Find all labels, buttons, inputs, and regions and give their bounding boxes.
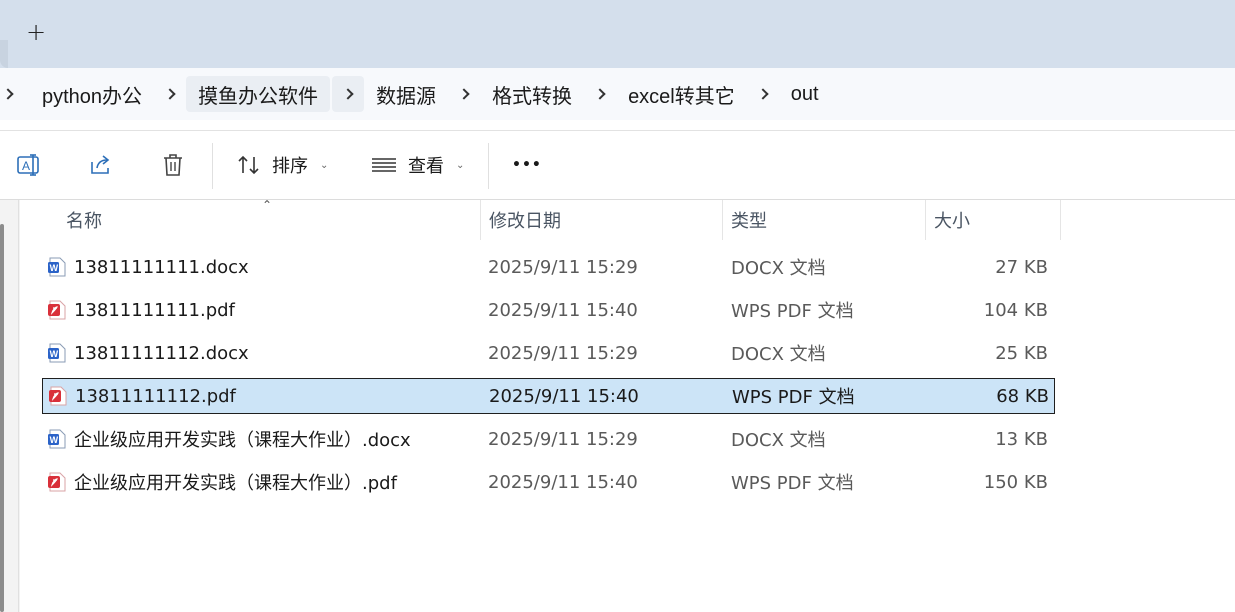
word-document-icon: W	[48, 343, 66, 363]
breadcrumb: python办公 摸鱼办公软件 数据源 格式转换 excel转其它 out	[0, 76, 831, 112]
breadcrumb-item-python[interactable]: python办公	[16, 76, 154, 112]
file-date: 2025/9/11 15:29	[488, 342, 638, 364]
file-row[interactable]: W 企业级应用开发实践（课程大作业）.docx 2025/9/11 15:29 …	[42, 422, 1055, 458]
file-size: 25 KB	[995, 342, 1048, 364]
svg-text:W: W	[50, 349, 59, 359]
svg-text:A: A	[22, 159, 30, 173]
file-size: 27 KB	[995, 256, 1048, 278]
breadcrumb-item-moyu[interactable]: 摸鱼办公软件	[186, 76, 331, 112]
file-size: 13 KB	[995, 428, 1048, 450]
file-date: 2025/9/11 15:29	[488, 428, 638, 450]
chevron-down-icon: ⌄	[456, 159, 465, 171]
file-row[interactable]: W 13811111111.docx 2025/9/11 15:29 DOCX …	[42, 250, 1055, 286]
file-type: WPS PDF 文档	[732, 387, 855, 408]
nav-scrollbar[interactable]	[0, 224, 4, 612]
pdf-document-icon	[48, 300, 66, 320]
file-name: 13811111111.pdf	[74, 299, 235, 321]
file-name: 企业级应用开发实践（课程大作业）.pdf	[74, 473, 397, 494]
rename-icon[interactable]: A	[11, 147, 47, 183]
sort-icon	[238, 155, 259, 175]
view-icon	[372, 158, 396, 172]
trash-icon[interactable]	[155, 147, 191, 183]
pdf-document-icon	[48, 472, 66, 492]
file-name: 13811111111.docx	[74, 256, 249, 278]
svg-text:W: W	[50, 263, 59, 273]
column-header-name[interactable]: 名称	[58, 200, 102, 240]
sort-button[interactable]: 排序 ⌄	[236, 147, 328, 183]
column-header-type[interactable]: 类型	[723, 200, 767, 240]
column-header-date[interactable]: 修改日期	[481, 200, 561, 240]
tab-strip: +	[0, 0, 1235, 68]
breadcrumb-item-datasource[interactable]: 数据源	[364, 76, 448, 112]
breadcrumb-item-format-convert[interactable]: 格式转换	[480, 76, 584, 112]
toolbar-divider	[212, 143, 213, 189]
file-size: 104 KB	[983, 299, 1048, 321]
breadcrumb-item-excel[interactable]: excel转其它	[616, 76, 747, 112]
breadcrumb-chevron-icon[interactable]	[0, 76, 16, 112]
view-button[interactable]: 查看 ⌄	[370, 147, 464, 183]
more-options-button[interactable]: •••	[512, 147, 542, 183]
file-row-selected[interactable]: 13811111112.pdf 2025/9/11 15:40 WPS PDF …	[42, 378, 1055, 414]
file-date: 2025/9/11 15:29	[488, 256, 638, 278]
column-divider[interactable]	[1060, 200, 1061, 240]
file-name-cell: 13811111111.pdf	[48, 293, 235, 327]
sort-ascending-icon: ⌃	[262, 198, 273, 212]
pane-divider	[18, 200, 19, 612]
file-name-cell: 13811111112.pdf	[49, 379, 236, 413]
file-name: 13811111112.docx	[74, 342, 249, 364]
view-label: 查看	[408, 156, 444, 177]
file-name-cell: W 13811111112.docx	[48, 336, 249, 370]
file-date: 2025/9/11 15:40	[488, 471, 638, 493]
file-date: 2025/9/11 15:40	[488, 299, 638, 321]
word-document-icon: W	[48, 257, 66, 277]
pdf-document-icon	[49, 386, 67, 406]
file-name-cell: 企业级应用开发实践（课程大作业）.pdf	[48, 465, 397, 499]
file-date: 2025/9/11 15:40	[489, 385, 639, 407]
address-bar: python办公 摸鱼办公软件 数据源 格式转换 excel转其它 out	[0, 68, 1235, 120]
file-type: DOCX 文档	[731, 344, 826, 365]
sort-label: 排序	[272, 156, 308, 177]
breadcrumb-chevron-icon[interactable]	[448, 76, 480, 112]
file-size: 150 KB	[983, 471, 1048, 493]
svg-text:W: W	[50, 435, 59, 445]
file-name-cell: W 企业级应用开发实践（课程大作业）.docx	[48, 422, 411, 456]
navigation-pane	[0, 200, 20, 612]
file-size: 68 KB	[996, 385, 1049, 407]
breadcrumb-item-out[interactable]: out	[779, 76, 831, 112]
file-type: DOCX 文档	[731, 430, 826, 451]
file-row[interactable]: 企业级应用开发实践（课程大作业）.pdf 2025/9/11 15:40 WPS…	[42, 465, 1055, 501]
new-tab-button[interactable]: +	[18, 14, 54, 50]
column-headers: ⌃ 名称 修改日期 类型 大小	[20, 198, 1061, 240]
breadcrumb-chevron-icon[interactable]	[584, 76, 616, 112]
file-type: DOCX 文档	[731, 258, 826, 279]
word-document-icon: W	[48, 429, 66, 449]
file-row[interactable]: W 13811111112.docx 2025/9/11 15:29 DOCX …	[42, 336, 1055, 372]
share-icon[interactable]	[83, 147, 119, 183]
file-name: 13811111112.pdf	[75, 385, 236, 407]
toolbar-divider	[488, 143, 489, 189]
breadcrumb-chevron-icon[interactable]	[332, 76, 365, 112]
chevron-down-icon: ⌄	[320, 159, 329, 171]
active-tab-edge	[0, 40, 8, 68]
file-type: WPS PDF 文档	[731, 473, 854, 494]
file-type: WPS PDF 文档	[731, 301, 854, 322]
column-header-size[interactable]: 大小	[926, 200, 970, 240]
breadcrumb-chevron-icon[interactable]	[154, 76, 186, 112]
file-name-cell: W 13811111111.docx	[48, 250, 249, 284]
file-row[interactable]: 13811111111.pdf 2025/9/11 15:40 WPS PDF …	[42, 293, 1055, 329]
command-bar: A 排序 ⌄ 查看 ⌄ •••	[0, 130, 1235, 200]
file-name: 企业级应用开发实践（课程大作业）.docx	[74, 430, 411, 451]
breadcrumb-chevron-icon[interactable]	[747, 76, 779, 112]
